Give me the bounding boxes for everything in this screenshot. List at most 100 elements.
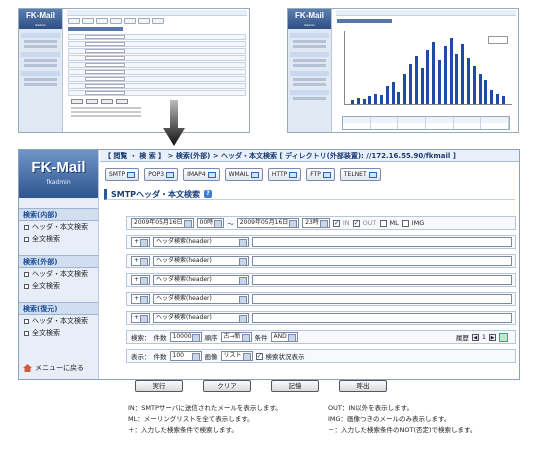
mail-icon xyxy=(250,171,259,178)
sidebar-item-fulltext-search[interactable]: 全文検索 xyxy=(19,327,98,339)
sidebar-group-title: 検索(内部) xyxy=(19,208,98,221)
thumbnail-chart-bar xyxy=(438,60,441,104)
condition-row: + ヘッダ検索(header) xyxy=(126,254,516,268)
thumbnail-search-screen: FK-Mail fkadmin xyxy=(18,8,250,133)
thumbnail-chart-legend xyxy=(488,36,508,44)
thumbnail-chart-bar xyxy=(420,68,424,104)
date-from-select[interactable]: 2009年05月16日 xyxy=(131,218,194,228)
thumbnail-chart-bar xyxy=(461,44,465,104)
globe-icon xyxy=(289,171,298,178)
condition-field-select[interactable]: ヘッダ検索(header) xyxy=(153,294,250,304)
smtp-button[interactable]: SMTP xyxy=(105,168,140,181)
thumbnail-chart-bar xyxy=(467,58,470,104)
imap4-button[interactable]: IMAP4 xyxy=(183,168,220,181)
condition-operator-select[interactable]: + xyxy=(131,275,151,285)
checkbox-icon xyxy=(24,225,29,230)
recall-button[interactable]: 呼出 xyxy=(339,380,387,392)
range-separator: 〜 xyxy=(227,220,234,228)
show-status-checkbox[interactable] xyxy=(255,352,263,360)
checkbox-icon xyxy=(24,331,29,336)
condition-row: + ヘッダ検索(header) xyxy=(126,292,516,306)
in-checkbox[interactable] xyxy=(332,219,340,227)
back-to-menu-link[interactable]: メニューに戻る xyxy=(23,363,84,373)
mail-icon xyxy=(207,171,216,178)
condition-field-select[interactable]: ヘッダ検索(header) xyxy=(153,275,250,285)
condition-field-select[interactable]: ヘッダ検索(header) xyxy=(153,313,250,323)
breadcrumb: 【 閲覧 ・ 検 索 】 > 検索(外部) > ヘッダ・本文検索 [ ディレクト… xyxy=(100,150,519,162)
telnet-button[interactable]: TELNET xyxy=(339,168,381,181)
count-label: 件数 xyxy=(153,334,167,342)
pop3-button[interactable]: POP3 xyxy=(144,168,179,181)
history-index: 1 xyxy=(481,333,486,341)
thumbnail-main xyxy=(65,9,249,132)
display-count-select[interactable]: 100 xyxy=(169,351,202,361)
out-label: OUT xyxy=(362,219,377,227)
sidebar-item-header-body-search[interactable]: ヘッダ・本文検索 xyxy=(19,221,98,233)
thumbnail-main xyxy=(334,9,518,132)
display-label: 表示： xyxy=(131,353,151,361)
http-button[interactable]: HTTP xyxy=(267,168,302,181)
run-button[interactable]: 実行 xyxy=(135,380,183,392)
history-next-icon[interactable]: ▶ xyxy=(489,333,496,341)
clear-button[interactable]: クリア xyxy=(203,380,251,392)
terminal-icon xyxy=(368,171,377,178)
sidebar-item-fulltext-search[interactable]: 全文検索 xyxy=(19,280,98,292)
condition-operator-select[interactable]: + xyxy=(131,313,151,323)
checkbox-icon xyxy=(24,272,29,277)
sidebar: FK-Mail fkadmin 検索(内部) ヘッダ・本文検索 全文検索 検索(… xyxy=(19,150,99,379)
ml-checkbox[interactable] xyxy=(379,219,387,227)
folder-icon xyxy=(322,171,331,178)
thumbnail-chart-bar xyxy=(496,94,499,104)
wmail-button[interactable]: WMAIL xyxy=(224,168,263,181)
sidebar-group-external: 検索(外部) ヘッダ・本文検索 全文検索 xyxy=(19,255,98,292)
thumbnail-chart-bar xyxy=(414,56,418,104)
save-button[interactable]: 記憶 xyxy=(271,380,319,392)
order-select[interactable]: 古→新 xyxy=(220,332,252,342)
condition-field-select[interactable]: ヘッダ検索(header) xyxy=(153,237,250,247)
condition-logic-select[interactable]: AND xyxy=(270,332,298,342)
ftp-button[interactable]: FTP xyxy=(306,168,335,181)
view-label: 画像 xyxy=(204,353,218,361)
condition-text-input[interactable] xyxy=(252,237,512,247)
in-label: IN xyxy=(342,219,350,227)
condition-text-input[interactable] xyxy=(252,275,512,285)
thumbnail-chart-bar xyxy=(449,38,453,104)
note-minus: －：入力した検索条件のNOT(否定)で検索します。 xyxy=(328,426,477,434)
note-plus: ＋：入力した検索条件で検索します。 xyxy=(128,426,238,434)
protocol-toolbar: SMTP POP3 IMAP4 WMAIL HTTP FTP TELNET xyxy=(100,162,519,186)
sidebar-item-fulltext-search[interactable]: 全文検索 xyxy=(19,233,98,245)
condition-row: + ヘッダ検索(header) xyxy=(126,273,516,287)
view-select[interactable]: リスト xyxy=(220,351,253,361)
count-select[interactable]: 10000 xyxy=(169,332,202,342)
page-title: SMTPヘッダ・本文検索 ? xyxy=(104,189,515,200)
thumbnail-table xyxy=(342,116,510,130)
checkbox-icon xyxy=(24,319,29,324)
thumbnail-chart-bar xyxy=(472,66,476,104)
condition-field-select[interactable]: ヘッダ検索(header) xyxy=(153,256,250,266)
time-to-select[interactable]: 23時 xyxy=(302,218,330,228)
help-icon[interactable]: ? xyxy=(204,190,213,198)
img-checkbox[interactable] xyxy=(401,219,409,227)
thumbnail-chart-bar xyxy=(432,42,436,104)
condition-operator-select[interactable]: + xyxy=(131,294,151,304)
condition-operator-select[interactable]: + xyxy=(131,256,151,266)
sidebar-item-header-body-search[interactable]: ヘッダ・本文検索 xyxy=(19,315,98,327)
condition-text-input[interactable] xyxy=(252,256,512,266)
thumbnail-sidebar: FK-Mail fkadmin xyxy=(19,9,63,132)
condition-text-input[interactable] xyxy=(252,294,512,304)
sidebar-group-title: 検索(外部) xyxy=(19,255,98,268)
sidebar-group-restore: 検索(復元) ヘッダ・本文検索 全文検索 xyxy=(19,302,98,339)
condition-operator-select[interactable]: + xyxy=(131,237,151,247)
thumbnail-chart-bar xyxy=(501,96,505,104)
history-prev-icon[interactable]: ◀ xyxy=(471,333,479,341)
history-edit-icon[interactable] xyxy=(499,332,508,342)
home-icon xyxy=(23,364,32,372)
condition-text-input[interactable] xyxy=(252,313,512,323)
out-checkbox[interactable] xyxy=(352,219,360,227)
img-label: IMG xyxy=(411,219,425,227)
date-to-select[interactable]: 2009年05月16日 xyxy=(236,218,300,228)
time-from-select[interactable]: 00時 xyxy=(196,218,225,228)
mail-icon xyxy=(166,171,175,178)
note-ml: ML：メーリングリストを全て表示します。 xyxy=(128,415,254,423)
sidebar-item-header-body-search[interactable]: ヘッダ・本文検索 xyxy=(19,268,98,280)
